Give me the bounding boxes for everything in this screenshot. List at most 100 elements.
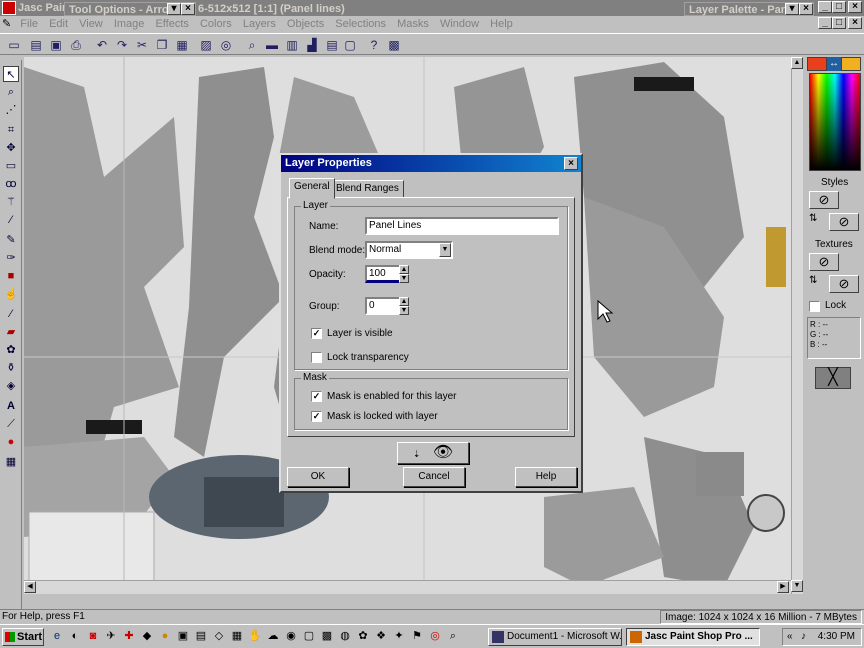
flood-fill-icon[interactable]: ◈	[3, 378, 19, 394]
mask-locked-checkbox[interactable]: ✓	[311, 411, 322, 422]
taskbar-item-word[interactable]: Document1 - Microsoft W...	[488, 628, 622, 646]
menu-window[interactable]: Window	[436, 16, 483, 32]
swap-textures-icon[interactable]: ⇅	[809, 275, 823, 287]
quicklaunch-icon-10[interactable]: ◇	[212, 629, 226, 643]
swap-styles-icon[interactable]: ⇅	[809, 213, 823, 225]
mask-enabled-checkbox[interactable]: ✓	[311, 391, 322, 402]
quicklaunch-icon-7[interactable]: ●	[158, 629, 172, 643]
crop-tool-icon[interactable]: ⌗	[3, 122, 19, 138]
quicklaunch-icon-23[interactable]: ⌕	[446, 629, 460, 643]
redo-icon[interactable]: ↷	[114, 37, 130, 53]
color-palette-icon[interactable]: ▥	[284, 37, 300, 53]
histogram-icon[interactable]: ▟	[304, 37, 320, 53]
menu-edit[interactable]: Edit	[45, 16, 72, 32]
chevron-down-icon[interactable]: ▼	[439, 243, 451, 257]
menu-help[interactable]: Help	[486, 16, 517, 32]
layer-palette-close-button[interactable]: ×	[799, 3, 813, 15]
tool-options-close-button[interactable]: ×	[181, 3, 195, 15]
paste-icon[interactable]: ▦	[174, 37, 190, 53]
horizontal-scrollbar[interactable]: ◀ ▶	[24, 580, 791, 594]
menu-view[interactable]: View	[75, 16, 107, 32]
menu-effects[interactable]: Effects	[151, 16, 192, 32]
scratch-remover-icon[interactable]: ⁄	[3, 306, 19, 322]
preset-shapes-icon[interactable]: ●	[3, 434, 19, 450]
lock-transparency-checkbox[interactable]	[311, 352, 322, 363]
freehand-selection-icon[interactable]: ꝏ	[3, 176, 19, 192]
quicklaunch-icon-5[interactable]: ✚	[122, 629, 136, 643]
quicklaunch-icon-19[interactable]: ❖	[374, 629, 388, 643]
full-screen-icon[interactable]: ⌕	[244, 37, 260, 53]
zoom-tool-icon[interactable]: ⌕	[3, 84, 19, 100]
scroll-down-button[interactable]: ▼	[791, 580, 803, 592]
eraser-tool-icon[interactable]: ▰	[3, 324, 19, 340]
color-spectrum[interactable]	[809, 73, 861, 171]
background-swatch[interactable]	[841, 57, 861, 71]
overview-icon[interactable]: ▤	[324, 37, 340, 53]
magic-wand-icon[interactable]: ⚚	[3, 194, 19, 210]
opacity-down-icon[interactable]: ▼	[399, 274, 409, 283]
scroll-left-button[interactable]: ◀	[24, 581, 36, 593]
script-icon[interactable]: ▩	[386, 37, 402, 53]
help-button[interactable]: Help	[515, 467, 577, 487]
taskbar-item-psp[interactable]: Jasc Paint Shop Pro ...	[626, 628, 760, 646]
quicklaunch-icon-22[interactable]: ◎	[428, 629, 442, 643]
close-button[interactable]: ×	[848, 1, 862, 13]
foreground-swatch[interactable]	[807, 57, 827, 71]
quicklaunch-icon-3[interactable]: ◙	[86, 629, 100, 643]
tab-general[interactable]: General	[289, 178, 335, 199]
help-icon[interactable]: ?	[366, 37, 382, 53]
screen-capture-icon[interactable]: ◎	[218, 37, 234, 53]
tab-blend-ranges[interactable]: Blend Ranges	[331, 180, 404, 198]
picture-tube-icon[interactable]: ✿	[3, 342, 19, 358]
preview-toggle-button[interactable]: ⇣ 👁	[397, 442, 469, 464]
draw-tool-icon[interactable]: ⟋	[3, 416, 19, 432]
quicklaunch-icon-21[interactable]: ⚑	[410, 629, 424, 643]
swap-colors-icon[interactable]: ↔	[827, 57, 841, 71]
toggle-toolbar-icon[interactable]: ▬	[264, 37, 280, 53]
tool-options-window-title[interactable]: Tool Options - Arrow ▾ ×	[64, 2, 196, 16]
clock[interactable]: 4:30 PM	[818, 631, 855, 642]
quicklaunch-icon-11[interactable]: ▦	[230, 629, 244, 643]
undo-icon[interactable]: ↶	[94, 37, 110, 53]
clone-brush-icon[interactable]: ✑	[3, 250, 19, 266]
menu-colors[interactable]: Colors	[196, 16, 236, 32]
quicklaunch-icon-12[interactable]: ✋	[248, 629, 262, 643]
save-icon[interactable]: ▣	[48, 37, 64, 53]
dialog-close-button[interactable]: ×	[564, 157, 578, 170]
cut-icon[interactable]: ✂	[134, 37, 150, 53]
deform-tool-icon[interactable]: ⋰	[3, 102, 19, 118]
arrow-tool-icon[interactable]: ↖	[3, 66, 19, 82]
lock-checkbox[interactable]	[809, 301, 820, 312]
dropper-tool-icon[interactable]: ⁄	[3, 212, 19, 228]
mover-tool-icon[interactable]: ✥	[3, 140, 19, 156]
tray-expand-icon[interactable]: «	[787, 629, 793, 645]
quicklaunch-icon-8[interactable]: ▣	[176, 629, 190, 643]
stroke-texture-icon[interactable]: ⊘	[809, 253, 839, 271]
layer-palette-pin-button[interactable]: ▾	[785, 3, 799, 15]
quicklaunch-icon-6[interactable]: ◆	[140, 629, 154, 643]
group-down-icon[interactable]: ▼	[399, 306, 409, 315]
object-selector-icon[interactable]: ▦	[3, 454, 19, 470]
scroll-right-button[interactable]: ▶	[777, 581, 789, 593]
retouch-tool-icon[interactable]: ☝	[3, 286, 19, 302]
quicklaunch-icon-9[interactable]: ▤	[194, 629, 208, 643]
airbrush-tool-icon[interactable]: ⚱	[3, 360, 19, 376]
quicklaunch-icon-4[interactable]: ✈	[104, 629, 118, 643]
open-icon[interactable]: ▤	[28, 37, 44, 53]
menu-masks[interactable]: Masks	[393, 16, 433, 32]
opacity-up-icon[interactable]: ▲	[399, 265, 409, 274]
selection-tool-icon[interactable]: ▭	[3, 158, 19, 174]
menu-objects[interactable]: Objects	[283, 16, 328, 32]
ie-icon[interactable]: e	[50, 629, 64, 643]
menu-file[interactable]: File	[16, 16, 42, 32]
vertical-scrollbar[interactable]: ▲ ▼	[791, 57, 803, 594]
volume-icon[interactable]: ♪	[801, 629, 806, 645]
name-input[interactable]: Panel Lines	[365, 217, 559, 235]
fill-texture-icon[interactable]: ⊘	[829, 275, 859, 293]
menu-layers[interactable]: Layers	[239, 16, 280, 32]
quicklaunch-icon-17[interactable]: ◍	[338, 629, 352, 643]
scroll-up-button[interactable]: ▲	[791, 57, 803, 69]
fill-style-icon[interactable]: ⊘	[829, 213, 859, 231]
new-icon[interactable]: ▭	[6, 37, 22, 53]
quicklaunch-icon-16[interactable]: ▩	[320, 629, 334, 643]
